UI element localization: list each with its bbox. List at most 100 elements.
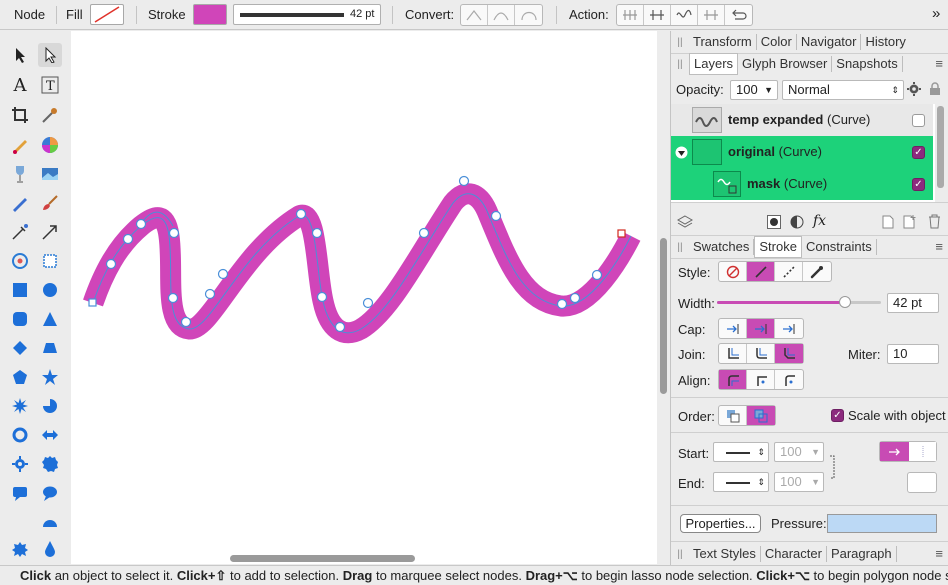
texture-stroke-button[interactable]	[803, 262, 831, 281]
trapezoid-tool[interactable]	[38, 336, 62, 360]
node[interactable]	[204, 288, 216, 300]
round-cap-button[interactable]	[747, 319, 775, 338]
grip-icon[interactable]: ||	[671, 549, 689, 560]
rectangle-tool[interactable]	[8, 278, 32, 302]
grip-icon[interactable]: ||	[671, 37, 689, 48]
arrowhead-swap-button[interactable]	[907, 472, 937, 493]
pie-tool[interactable]	[38, 394, 62, 418]
image-tool[interactable]	[38, 162, 62, 186]
polygon-tool[interactable]	[8, 365, 32, 389]
tab-color[interactable]: Color	[757, 34, 797, 50]
tab-transform[interactable]: Transform	[689, 34, 757, 50]
mask-layer-icon[interactable]	[767, 215, 781, 229]
callout-ellipse-tool[interactable]	[38, 481, 62, 505]
node[interactable]	[311, 227, 323, 239]
end-size-select[interactable]: 100 ▼	[774, 472, 824, 492]
start-size-select[interactable]: 100 ▼	[774, 442, 824, 462]
squiggle-curve[interactable]	[71, 31, 657, 564]
opacity-select[interactable]: 100 ▼	[730, 80, 778, 100]
cloud-tool[interactable]	[8, 537, 32, 561]
grip-icon[interactable]: ||	[671, 59, 689, 70]
segment-tool[interactable]	[38, 510, 62, 534]
layer-visibility-checkbox[interactable]: ✓	[912, 146, 925, 159]
layer-row[interactable]: temp expanded (Curve)	[671, 104, 933, 136]
layers-stack-icon[interactable]	[677, 214, 693, 230]
fx-icon[interactable]: fx	[813, 213, 826, 229]
artboard-tool[interactable]	[38, 249, 62, 273]
tab-history[interactable]: History	[861, 34, 909, 50]
node[interactable]	[458, 175, 470, 187]
node[interactable]	[334, 321, 346, 333]
layer-row-child[interactable]: mask (Curve) ✓	[671, 168, 933, 200]
node-tool[interactable]	[38, 43, 62, 67]
layer-visibility-checkbox[interactable]: ✓	[912, 178, 925, 191]
crop-tool[interactable]	[8, 103, 32, 127]
width-slider-knob[interactable]	[838, 296, 851, 308]
tab-snapshots[interactable]: Snapshots	[832, 56, 903, 72]
stroke-swatch[interactable]	[193, 4, 227, 25]
tab-navigator[interactable]: Navigator	[797, 34, 862, 50]
arrow-inside-button[interactable]	[909, 442, 936, 461]
reverse-curve-button[interactable]	[725, 5, 752, 25]
node[interactable]	[167, 292, 179, 304]
node[interactable]	[180, 316, 192, 328]
miter-field[interactable]: 10	[887, 344, 939, 364]
layer-visibility-checkbox[interactable]	[912, 114, 925, 127]
node[interactable]	[362, 297, 374, 309]
node[interactable]	[105, 258, 117, 270]
bevel-join-button[interactable]	[775, 344, 803, 363]
convert-sharp-button[interactable]	[461, 5, 488, 25]
diamond-tool[interactable]	[8, 336, 32, 360]
donut-tool[interactable]	[8, 423, 32, 447]
new-pixel-layer-icon[interactable]	[903, 215, 917, 229]
node[interactable]	[591, 269, 603, 281]
burst-tool[interactable]	[8, 394, 32, 418]
disclosure-triangle-icon[interactable]	[675, 146, 688, 159]
gear-icon[interactable]	[907, 82, 921, 96]
stroke-front-button[interactable]	[747, 406, 775, 425]
convert-smart-button[interactable]	[515, 5, 542, 25]
node[interactable]	[122, 233, 134, 245]
crescent-tool[interactable]	[8, 510, 32, 534]
tab-layers[interactable]: Layers	[689, 53, 739, 75]
node-start[interactable]	[88, 298, 97, 307]
pen-tool[interactable]	[8, 191, 32, 215]
tear-tool[interactable]	[38, 537, 62, 561]
panel-menu-icon[interactable]: ≡	[935, 546, 943, 561]
star-tool[interactable]	[38, 365, 62, 389]
butt-cap-button[interactable]	[719, 319, 747, 338]
width-field[interactable]: 42 pt	[887, 293, 939, 313]
smooth-curve-button[interactable]	[671, 5, 698, 25]
align-center-button[interactable]	[747, 370, 775, 389]
fill-swatch[interactable]	[90, 4, 124, 25]
stroke-width-field[interactable]: 42 pt	[233, 4, 381, 25]
tab-swatches[interactable]: Swatches	[689, 239, 755, 255]
node[interactable]	[168, 227, 180, 239]
cog-shape-tool[interactable]	[38, 452, 62, 476]
miter-join-button[interactable]	[719, 344, 747, 363]
width-slider[interactable]	[717, 296, 881, 308]
move-tool[interactable]	[8, 43, 32, 67]
node[interactable]	[569, 292, 581, 304]
node[interactable]	[316, 291, 328, 303]
place-tool[interactable]	[8, 162, 32, 186]
color-picker-tool[interactable]	[38, 103, 62, 127]
layers-scrollbar[interactable]	[937, 106, 944, 188]
panel-menu-icon[interactable]: ≡	[935, 239, 943, 254]
layer-row-selected[interactable]: original (Curve) ✓	[671, 136, 933, 168]
rounded-rectangle-tool[interactable]	[8, 307, 32, 331]
adjustment-icon[interactable]	[790, 215, 804, 229]
solid-stroke-button[interactable]	[747, 262, 775, 281]
node[interactable]	[490, 210, 502, 222]
break-curve-button[interactable]	[617, 5, 644, 25]
round-join-button[interactable]	[747, 344, 775, 363]
close-curve-button[interactable]	[644, 5, 671, 25]
tab-stroke[interactable]: Stroke	[754, 236, 802, 258]
tab-text-styles[interactable]: Text Styles	[689, 546, 761, 562]
node[interactable]	[135, 218, 147, 230]
triangle-tool[interactable]	[38, 307, 62, 331]
brush-tool[interactable]	[38, 191, 62, 215]
properties-button[interactable]: Properties...	[680, 514, 761, 533]
pressure-curve[interactable]	[827, 514, 937, 533]
link-bracket-icon[interactable]	[828, 455, 838, 479]
